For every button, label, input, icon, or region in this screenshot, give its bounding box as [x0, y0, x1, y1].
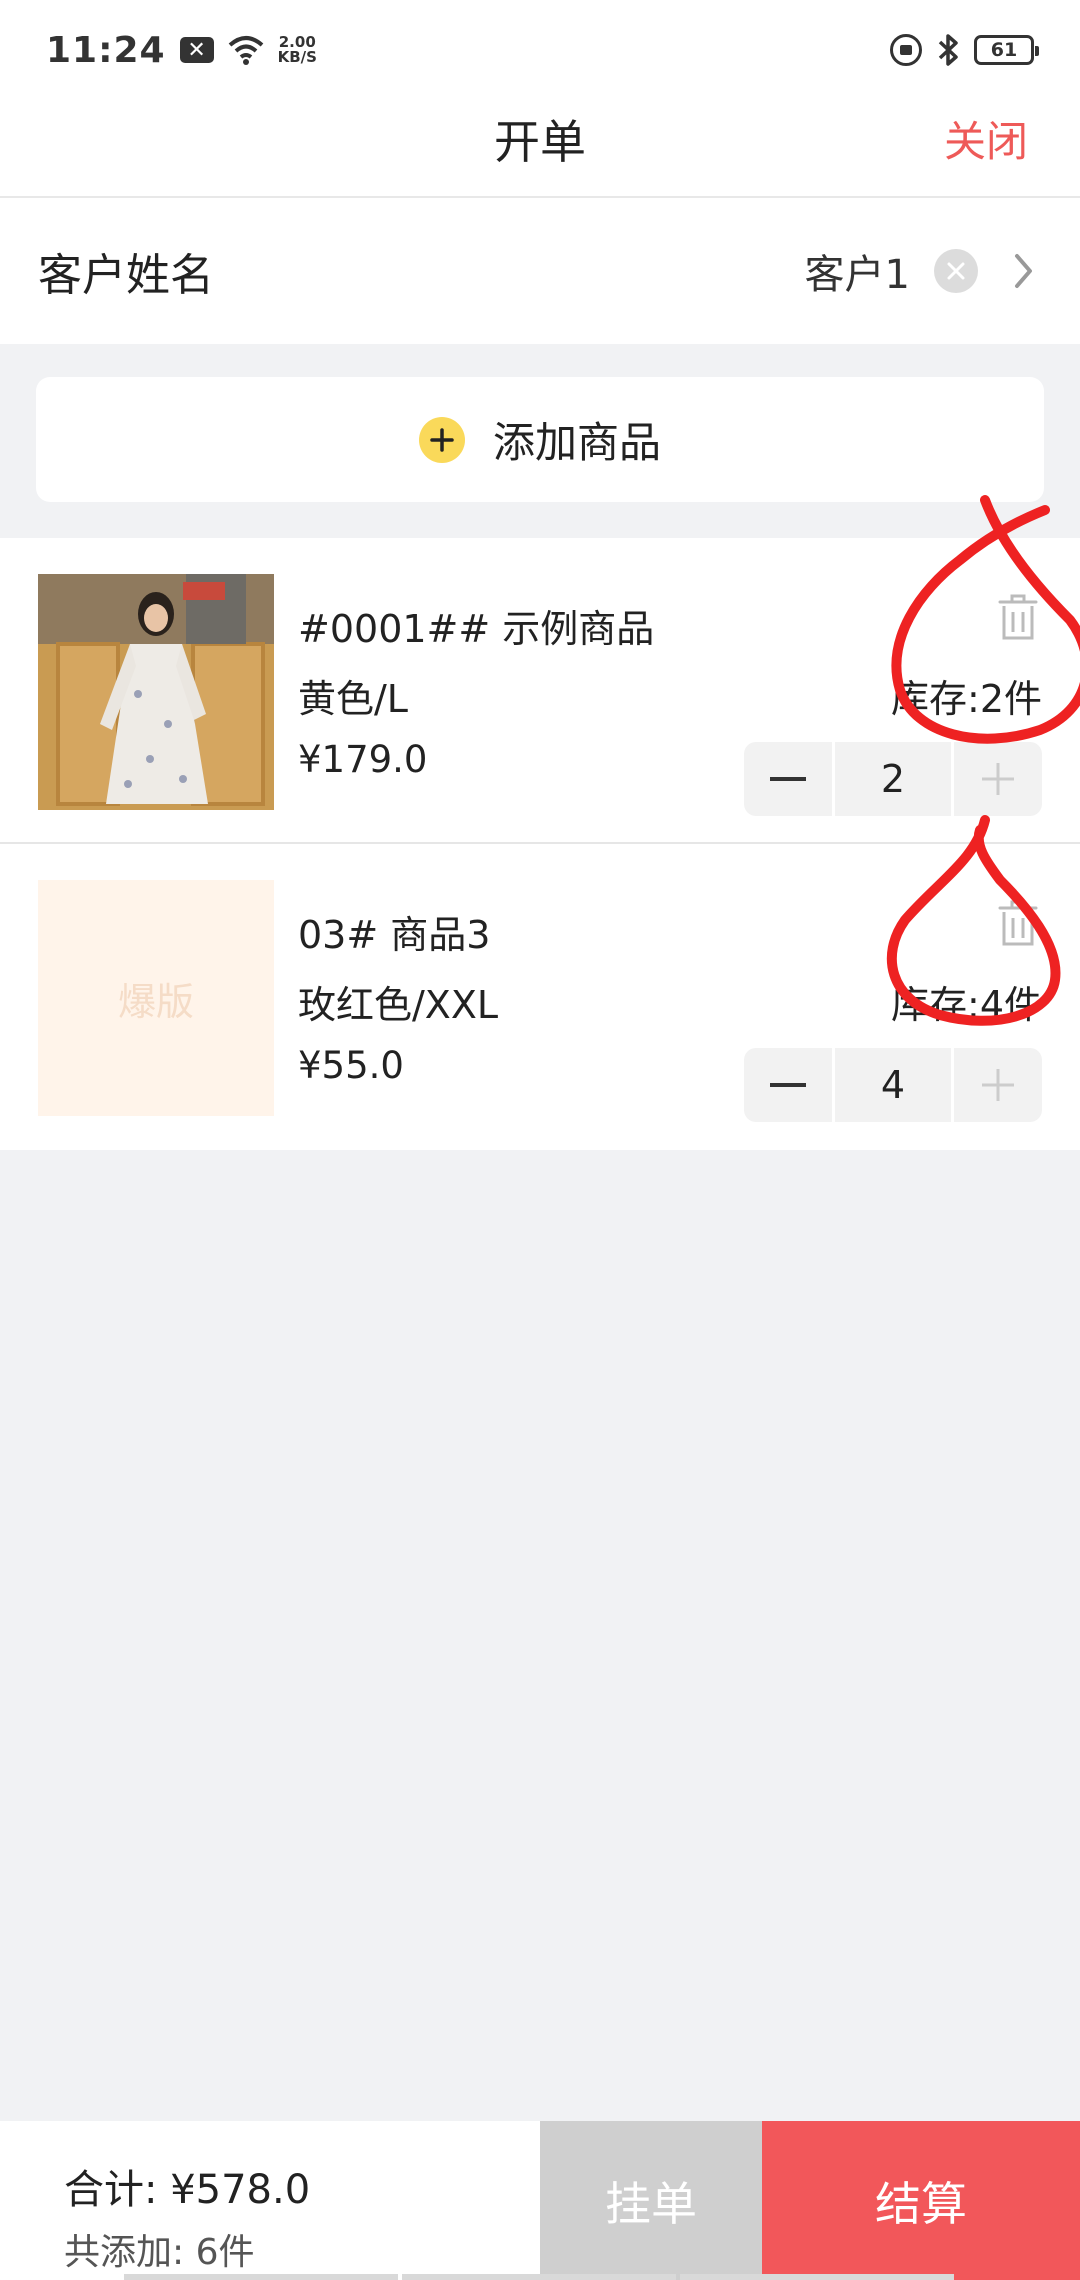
increase-button[interactable] [954, 1048, 1042, 1122]
product-name: #0001## 示例商品 [298, 607, 655, 651]
decrease-button[interactable] [744, 1048, 832, 1122]
product-item: #0001## 示例商品 黄色/L ¥179.0 库存:2件 2 [0, 538, 1080, 844]
chevron-right-icon [1004, 251, 1044, 291]
product-list: #0001## 示例商品 黄色/L ¥179.0 库存:2件 2 爆版 03# [0, 538, 1080, 1150]
notification-x-icon: ✕ [179, 37, 214, 63]
total-amount: 合计: ¥578.0 [64, 2167, 311, 2213]
add-product-button[interactable]: 添加商品 [36, 377, 1044, 502]
bluetooth-icon [938, 34, 958, 66]
quantity-value[interactable]: 2 [835, 742, 951, 816]
checkout-button[interactable]: 结算 [762, 2121, 1080, 2280]
status-time: 11:24 [46, 29, 166, 71]
trash-icon[interactable] [996, 592, 1040, 642]
plus-icon [418, 416, 465, 463]
product-name: 03# 商品3 [298, 913, 491, 957]
product-spec: 玫红色/XXL [298, 983, 499, 1027]
status-left: 11:24 ✕ 2.00 KB/S [46, 30, 317, 71]
product-price: ¥179.0 [298, 738, 428, 781]
customer-value: 客户1 [804, 252, 910, 298]
product-spec: 黄色/L [298, 677, 408, 721]
wifi-icon [228, 36, 263, 65]
status-right: 61 [890, 33, 1039, 67]
customer-row[interactable]: 客户姓名 客户1 [0, 198, 1080, 344]
quantity-value[interactable]: 4 [835, 1048, 951, 1122]
clear-customer-icon[interactable] [934, 249, 978, 293]
decrease-button[interactable] [744, 742, 832, 816]
product-item: 爆版 03# 商品3 玫红色/XXL ¥55.0 库存:4件 4 [0, 844, 1080, 1150]
item-count: 共添加: 6件 [64, 2232, 255, 2273]
trash-icon[interactable] [996, 898, 1040, 948]
network-speed: 2.00 KB/S [278, 35, 317, 65]
product-thumbnail: 爆版 [38, 880, 274, 1116]
thumbnail-placeholder-text: 爆版 [117, 979, 194, 1024]
quantity-stepper: 2 [744, 742, 1042, 816]
add-product-label: 添加商品 [492, 418, 661, 467]
nav-bar: 开单 关闭 [0, 100, 1080, 198]
status-bar: 11:24 ✕ 2.00 KB/S 61 [0, 0, 1080, 100]
rotation-lock-icon [890, 34, 922, 66]
customer-label: 客户姓名 [38, 250, 214, 301]
page-title: 开单 [494, 115, 586, 169]
quantity-stepper: 4 [744, 1048, 1042, 1122]
product-price: ¥55.0 [298, 1044, 404, 1087]
totals: 合计: ¥578.0 共添加: 6件 [0, 2121, 540, 2280]
network-speed-unit: KB/S [277, 48, 317, 66]
product-stock: 库存:4件 [891, 983, 1042, 1027]
product-thumbnail [38, 574, 274, 810]
increase-button[interactable] [954, 742, 1042, 816]
hold-order-button[interactable]: 挂单 [540, 2121, 762, 2280]
home-indicator [124, 2274, 954, 2280]
bottom-bar: 合计: ¥578.0 共添加: 6件 挂单 结算 [0, 2121, 1080, 2280]
close-button[interactable]: 关闭 [944, 100, 1028, 184]
product-stock: 库存:2件 [891, 677, 1042, 721]
battery-icon: 61 [974, 35, 1039, 65]
